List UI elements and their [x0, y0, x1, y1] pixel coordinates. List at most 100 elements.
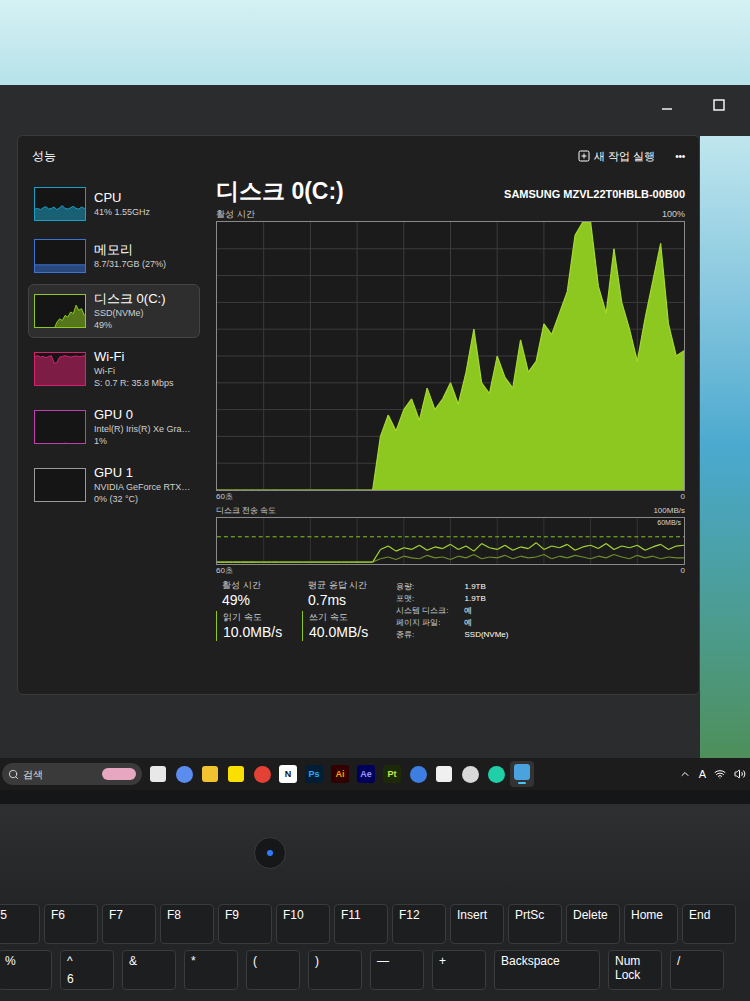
minimize-icon[interactable]	[660, 98, 674, 112]
keyboard-key[interactable]: F8	[160, 904, 214, 944]
taskbar-apps: N Ps Ai Ae Pt	[146, 761, 534, 787]
taskbar-app[interactable]	[406, 761, 430, 787]
keyboard-key[interactable]: Backspace	[494, 950, 600, 990]
keyboard-key[interactable]: F10	[276, 904, 330, 944]
mid-tick: 60MB/s	[657, 518, 681, 527]
disk-model: SAMSUNG MZVL22T0HBLB-00B00	[504, 186, 685, 207]
sidebar-item[interactable]: 디스크 0(C:)SSD(NVMe)49%	[28, 284, 200, 338]
app-icon	[436, 766, 452, 782]
maximize-icon[interactable]	[712, 98, 726, 112]
keyboard-key[interactable]: ^6	[60, 950, 114, 990]
sidebar-item[interactable]: GPU 0Intel(R) Iris(R) Xe Gra…1%	[28, 400, 200, 454]
keyboard-key[interactable]: Insert	[450, 904, 504, 944]
sidebar-item[interactable]: GPU 1NVIDIA GeForce RTX…0% (32 °C)	[28, 458, 200, 512]
active-indicator	[518, 782, 526, 784]
keyboard-key[interactable]: )	[308, 950, 362, 990]
run-task-button[interactable]: 새 작업 실행	[574, 146, 659, 167]
task-manager-window: 성능 새 작업 실행 ••• CPU41% 1.55GHz메모리8.7/31.7GB …	[17, 135, 700, 695]
window-header: 성능 새 작업 실행 •••	[18, 136, 699, 176]
stat: 쓰기 속도40.0MB/s	[302, 611, 376, 641]
page-title: 성능	[32, 147, 56, 165]
keyboard-key[interactable]: F5	[0, 904, 40, 944]
back-window-titlebar	[0, 88, 750, 136]
keyboard-key[interactable]: &	[122, 950, 176, 990]
taskbar-app[interactable]	[172, 761, 196, 787]
sidebar-item[interactable]: 메모리8.7/31.7GB (27%)	[28, 232, 200, 280]
keyboard-key[interactable]: F7	[102, 904, 156, 944]
app-logo: N	[279, 765, 297, 783]
disk-title: 디스크 0(C:)	[216, 176, 344, 206]
keyboard-key[interactable]: —	[370, 950, 424, 990]
app-logo: Ai	[331, 765, 349, 783]
screen: 성능 새 작업 실행 ••• CPU41% 1.55GHz메모리8.7/31.7GB …	[0, 88, 750, 758]
app-logo: Ae	[357, 765, 375, 783]
app-icon	[228, 766, 244, 782]
app-icon	[176, 766, 193, 783]
app-icon	[488, 766, 505, 783]
search-icon	[8, 769, 19, 780]
laptop-hinge	[0, 804, 750, 902]
photo: 성능 새 작업 실행 ••• CPU41% 1.55GHz메모리8.7/31.7GB …	[0, 0, 750, 1001]
taskbar-app[interactable]	[510, 761, 534, 787]
taskbar-app[interactable]	[458, 761, 482, 787]
room-background	[0, 0, 750, 88]
disk-panel: 디스크 0(C:) SAMSUNG MZVL22T0HBLB-00B00 활성 시간…	[210, 176, 699, 694]
taskbar: 검색 N Ps Ai Ae Pt A	[0, 758, 750, 790]
keyboard-key[interactable]: +	[432, 950, 486, 990]
active-time-chart	[216, 221, 685, 491]
stats: 활성 시간49%평균 응답 시간0.7ms읽기 속도10.0MB/s쓰기 속도4…	[216, 579, 376, 641]
taskbar-app[interactable]: Ai	[328, 761, 352, 787]
app-icon	[514, 764, 530, 780]
keyboard-key[interactable]: Delete	[566, 904, 620, 944]
mini-graph	[34, 294, 86, 328]
key-row: F5F6F7F8F9F10F11F12InsertPrtScDeleteHome…	[0, 904, 750, 944]
taskbar-app[interactable]	[432, 761, 456, 787]
keyboard: F5F6F7F8F9F10F11F12InsertPrtScDeleteHome…	[0, 902, 750, 1001]
sidebar-item[interactable]: CPU41% 1.55GHz	[28, 180, 200, 228]
more-button[interactable]: •••	[675, 149, 685, 164]
input-indicator[interactable]: A	[699, 766, 706, 783]
search-box[interactable]: 검색	[2, 763, 142, 785]
keyboard-key[interactable]: %	[0, 950, 52, 990]
keyboard-key[interactable]: F6	[44, 904, 98, 944]
keyboard-key[interactable]: F11	[334, 904, 388, 944]
keyboard-key[interactable]: *	[184, 950, 238, 990]
mini-graph	[34, 468, 86, 502]
power-button[interactable]	[254, 837, 286, 869]
laptop-bezel	[0, 790, 750, 804]
keyboard-key[interactable]: /	[670, 950, 724, 990]
taskbar-app[interactable]	[224, 761, 248, 787]
taskbar-app[interactable]: Ae	[354, 761, 378, 787]
app-icon	[202, 766, 218, 782]
app-icon	[462, 766, 479, 783]
wifi-icon[interactable]	[714, 768, 726, 780]
taskbar-app[interactable]: N	[276, 761, 300, 787]
app-icon	[410, 766, 427, 783]
system-tray: A	[679, 766, 748, 783]
keyboard-key[interactable]: Home	[624, 904, 678, 944]
taskbar-app[interactable]: Ps	[302, 761, 326, 787]
app-logo: Ps	[305, 765, 323, 783]
taskbar-app[interactable]: Pt	[380, 761, 404, 787]
keyboard-key[interactable]: F9	[218, 904, 272, 944]
transfer-chart	[216, 517, 685, 565]
new-task-icon	[578, 150, 590, 162]
chevron-up-icon[interactable]	[679, 768, 691, 780]
keyboard-key[interactable]: Num Lock	[608, 950, 662, 990]
search-decoration	[102, 768, 136, 780]
keyboard-key[interactable]: PrtSc	[508, 904, 562, 944]
mini-graph	[34, 239, 86, 273]
taskbar-app[interactable]	[198, 761, 222, 787]
keyboard-key[interactable]: End	[682, 904, 736, 944]
keyboard-key[interactable]: F12	[392, 904, 446, 944]
taskbar-app[interactable]	[484, 761, 508, 787]
mini-graph	[34, 410, 86, 444]
stat: 읽기 속도10.0MB/s	[216, 611, 290, 641]
mini-graph	[34, 352, 86, 386]
volume-icon[interactable]	[734, 768, 746, 780]
keyboard-key[interactable]: (	[246, 950, 300, 990]
sidebar-item[interactable]: Wi-FiWi-FiS: 0.7 R: 35.8 Mbps	[28, 342, 200, 396]
app-icon	[254, 766, 271, 783]
taskbar-app[interactable]	[146, 761, 170, 787]
taskbar-app[interactable]	[250, 761, 274, 787]
